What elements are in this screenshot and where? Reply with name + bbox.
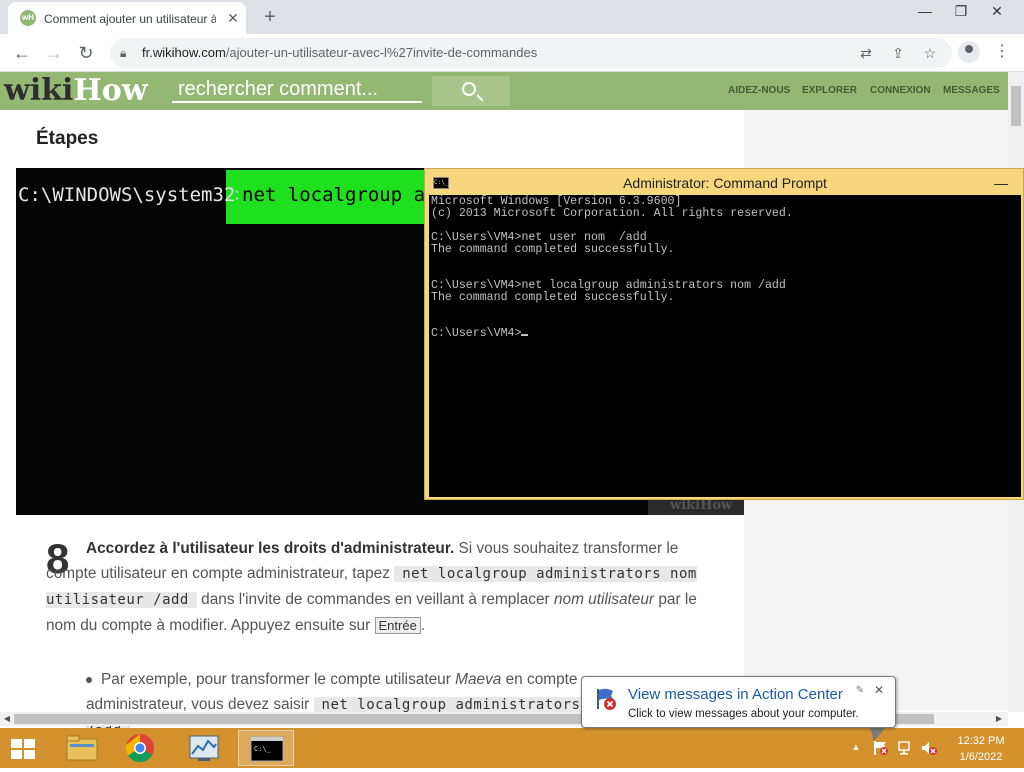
cmd-cursor <box>521 334 529 336</box>
taskbar-chrome[interactable] <box>112 730 168 766</box>
nav-aidez-nous[interactable]: AIDEZ-NOUS <box>728 84 790 98</box>
action-center-notification[interactable]: View messages in Action Center Click to … <box>581 676 896 728</box>
taskbar-file-explorer[interactable] <box>54 730 110 766</box>
window-minimize-button[interactable]: — <box>908 0 942 22</box>
wikihow-header: wikiHow rechercher comment... AIDEZ-NOUS… <box>0 72 1008 110</box>
command-prompt-window[interactable]: C:\_ Administrator: Command Prompt — Mic… <box>424 168 1024 500</box>
tab-strip: wH Comment ajouter un utilisateur à ✕ + … <box>0 0 1024 34</box>
windows-start-button[interactable] <box>8 736 38 762</box>
notification-pin-icon[interactable]: ✎ <box>854 685 866 697</box>
back-arrow-icon[interactable]: ← <box>10 41 34 65</box>
taskbar-command-prompt[interactable]: C:\_ <box>238 730 294 766</box>
browser-tab[interactable]: wH Comment ajouter un utilisateur à ✕ <box>8 2 246 34</box>
cmd-app-icon[interactable]: C:\_ <box>433 177 449 189</box>
step-text: Accordez à l'utilisateur les droits d'ad… <box>46 540 697 634</box>
cmd-minimize-button[interactable]: — <box>991 173 1011 193</box>
clock-date: 1/6/2022 <box>959 751 1003 763</box>
translate-icon[interactable]: ⇄ <box>856 43 876 63</box>
key-enter: Entrée <box>374 617 421 634</box>
tray-expand-arrow-icon[interactable]: ▲ <box>850 740 862 754</box>
nav-messages[interactable]: MESSAGES <box>943 84 1000 98</box>
section-title: Étapes <box>36 128 99 149</box>
notification-subtitle: Click to view messages about your comput… <box>628 708 859 720</box>
bookmark-star-icon[interactable]: ☆ <box>920 43 940 63</box>
wikihow-favicon-icon: wH <box>20 10 36 26</box>
notification-tail <box>870 727 886 741</box>
bullet-text: Par exemple, pour transformer le compte … <box>86 667 656 739</box>
search-icon <box>462 82 476 96</box>
volume-muted-icon[interactable] <box>920 740 938 756</box>
window-close-button[interactable]: ✕ <box>980 0 1014 22</box>
windows-logo-icon <box>11 739 35 759</box>
cmd-output: Microsoft Windows [Version 6.3.9600] (c)… <box>431 195 793 340</box>
address-bar[interactable]: 🔒︎ fr.wikihow.com/ajouter-un-utilisateur… <box>110 38 952 68</box>
tab-title: Comment ajouter un utilisateur à <box>44 12 216 26</box>
wikihow-search-input[interactable]: rechercher comment... <box>172 77 422 103</box>
taskbar-performance-monitor[interactable] <box>176 730 232 766</box>
tray-clock[interactable]: 12:32 PM 1/6/2022 <box>946 733 1016 765</box>
share-icon[interactable]: ⇪ <box>888 43 908 63</box>
new-tab-button[interactable]: + <box>258 6 282 28</box>
nav-explorer[interactable]: EXPLORER <box>802 84 857 98</box>
chrome-icon <box>125 734 154 763</box>
reload-icon[interactable]: ↻ <box>74 41 98 65</box>
clock-time: 12:32 PM <box>957 735 1005 747</box>
image-command-text: net localgroup administrators <box>242 184 426 206</box>
nav-connexion[interactable]: CONNEXION <box>870 84 931 98</box>
forward-arrow-icon[interactable]: → <box>42 41 66 65</box>
tab-close-icon[interactable]: ✕ <box>224 9 242 27</box>
wikihow-logo[interactable]: wikiHow <box>4 74 164 108</box>
network-icon[interactable] <box>897 740 915 756</box>
window-restore-button[interactable]: ❐ <box>944 0 978 22</box>
scroll-left-arrow-icon[interactable]: ◀ <box>0 712 14 726</box>
monitor-chart-icon <box>189 735 219 761</box>
profile-avatar-icon[interactable] <box>958 41 980 63</box>
notification-title[interactable]: View messages in Action Center <box>628 685 868 705</box>
browser-toolbar: ← → ↻ 🔒︎ fr.wikihow.com/ajouter-un-utili… <box>0 34 1024 72</box>
scroll-right-arrow-icon[interactable]: ▶ <box>992 712 1006 726</box>
action-center-flag-icon[interactable] <box>872 740 890 756</box>
browser-menu-icon[interactable]: ⋮ <box>992 41 1012 63</box>
cmd-console[interactable]: Microsoft Windows [Version 6.3.9600] (c)… <box>429 195 1021 497</box>
lock-icon[interactable]: 🔒︎ <box>120 45 134 61</box>
notification-close-button[interactable]: ✕ <box>872 683 886 697</box>
folder-icon <box>66 735 98 761</box>
svg-text:C:\_: C:\_ <box>254 745 272 753</box>
url-text[interactable]: fr.wikihow.com/ajouter-un-utilisateur-av… <box>142 44 762 62</box>
cmd-window-title: Administrator: Command Prompt <box>623 175 827 191</box>
vertical-scrollbar-thumb[interactable] <box>1011 86 1021 126</box>
image-prompt-text: C:\WINDOWS\system32> <box>18 184 238 206</box>
wikihow-search-button[interactable] <box>432 76 510 106</box>
cmd-icon: C:\_ <box>250 736 284 762</box>
notification-flag-icon <box>594 687 618 711</box>
